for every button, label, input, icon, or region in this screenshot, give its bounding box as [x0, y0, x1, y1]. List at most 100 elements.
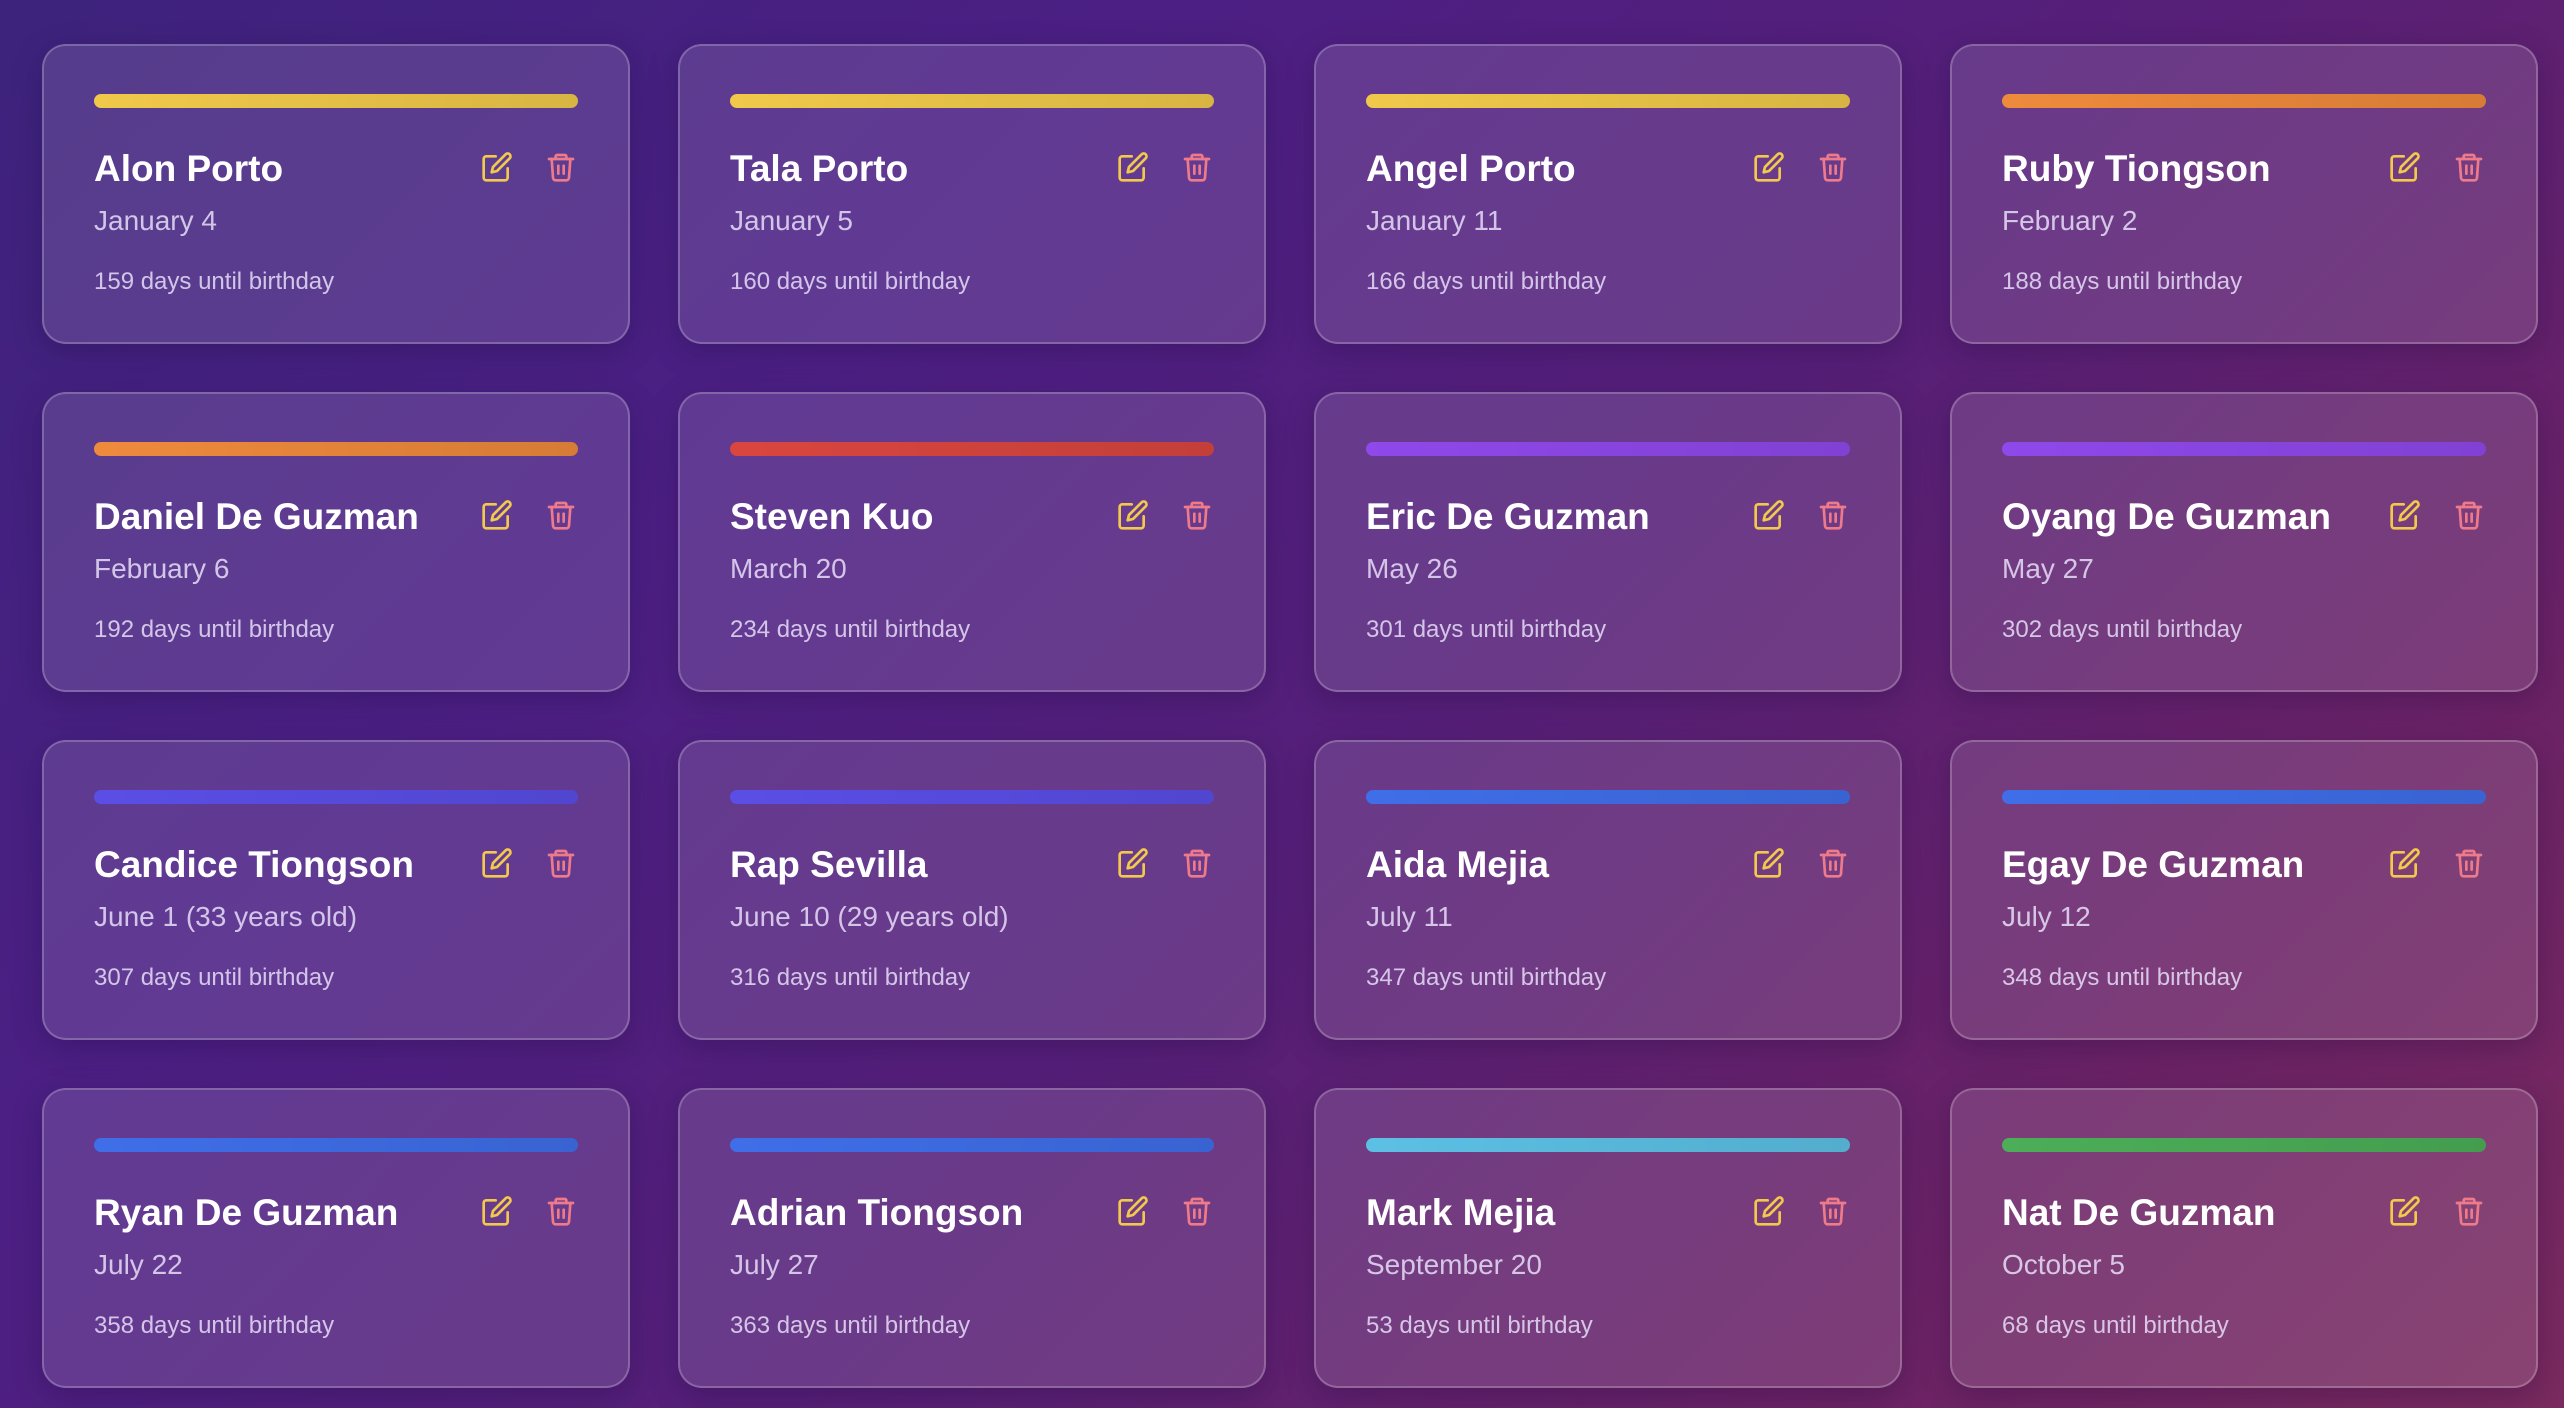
card-accent-bar — [2002, 790, 2486, 804]
trash-icon — [2455, 849, 2483, 878]
birthday-card: Rap Sevilla June 10 (29 years old) 316 d… — [678, 740, 1266, 1040]
delete-button[interactable] — [1816, 150, 1850, 184]
card-accent-bar — [1366, 790, 1850, 804]
card-accent-bar — [1366, 442, 1850, 456]
card-actions — [1116, 1194, 1214, 1228]
birthday-card: Tala Porto January 5 160 days until birt… — [678, 44, 1266, 344]
delete-button[interactable] — [544, 498, 578, 532]
card-actions — [2388, 498, 2486, 532]
card-actions — [2388, 846, 2486, 880]
delete-button[interactable] — [2452, 498, 2486, 532]
birthday-card: Mark Mejia September 20 53 days until bi… — [1314, 1088, 1902, 1388]
edit-button[interactable] — [2388, 1194, 2422, 1228]
trash-icon — [1819, 501, 1847, 530]
delete-button[interactable] — [1180, 498, 1214, 532]
trash-icon — [1183, 849, 1211, 878]
pencil-square-icon — [2390, 848, 2420, 878]
trash-icon — [547, 1197, 575, 1226]
delete-button[interactable] — [544, 846, 578, 880]
birthday-date: January 4 — [94, 205, 217, 236]
edit-button[interactable] — [1116, 846, 1150, 880]
delete-button[interactable] — [1180, 846, 1214, 880]
person-name: Aida Mejia — [1366, 844, 1549, 885]
edit-button[interactable] — [2388, 150, 2422, 184]
birthday-date: July 12 — [2002, 901, 2091, 932]
pencil-square-icon — [1754, 848, 1784, 878]
pencil-square-icon — [482, 1196, 512, 1226]
edit-button[interactable] — [480, 498, 514, 532]
edit-button[interactable] — [1116, 150, 1150, 184]
edit-button[interactable] — [1116, 1194, 1150, 1228]
person-name: Steven Kuo — [730, 496, 934, 537]
card-actions — [480, 846, 578, 880]
card-accent-bar — [94, 442, 578, 456]
trash-icon — [1183, 1197, 1211, 1226]
delete-button[interactable] — [1180, 1194, 1214, 1228]
delete-button[interactable] — [544, 1194, 578, 1228]
card-accent-bar — [94, 94, 578, 108]
trash-icon — [1183, 153, 1211, 182]
birthday-date: July 27 — [730, 1249, 819, 1280]
pencil-square-icon — [1118, 1196, 1148, 1226]
days-until-birthday: 234 days until birthday — [730, 616, 971, 643]
edit-button[interactable] — [1752, 1194, 1786, 1228]
edit-button[interactable] — [2388, 498, 2422, 532]
trash-icon — [547, 849, 575, 878]
birthday-date: July 22 — [94, 1249, 183, 1280]
pencil-square-icon — [1754, 500, 1784, 530]
birthday-date: January 5 — [730, 205, 853, 236]
edit-button[interactable] — [1116, 498, 1150, 532]
days-until-birthday: 192 days until birthday — [94, 616, 335, 643]
delete-button[interactable] — [1816, 1194, 1850, 1228]
card-accent-bar — [1366, 1138, 1850, 1152]
delete-button[interactable] — [544, 150, 578, 184]
delete-button[interactable] — [2452, 1194, 2486, 1228]
birthday-card: Eric De Guzman May 26 301 days until bir… — [1314, 392, 1902, 692]
delete-button[interactable] — [1816, 498, 1850, 532]
days-until-birthday: 363 days until birthday — [730, 1312, 971, 1339]
edit-button[interactable] — [1752, 150, 1786, 184]
days-until-birthday: 307 days until birthday — [94, 964, 335, 991]
pencil-square-icon — [482, 152, 512, 182]
edit-button[interactable] — [480, 1194, 514, 1228]
delete-button[interactable] — [1816, 846, 1850, 880]
card-accent-bar — [2002, 442, 2486, 456]
card-actions — [480, 1194, 578, 1228]
birthday-card: Oyang De Guzman May 27 302 days until bi… — [1950, 392, 2538, 692]
card-actions — [1116, 150, 1214, 184]
card-actions — [1116, 846, 1214, 880]
birthday-card: Alon Porto January 4 159 days until birt… — [42, 44, 630, 344]
card-actions — [1752, 150, 1850, 184]
card-accent-bar — [2002, 1138, 2486, 1152]
card-accent-bar — [730, 1138, 1214, 1152]
days-until-birthday: 68 days until birthday — [2002, 1312, 2229, 1339]
days-until-birthday: 160 days until birthday — [730, 268, 971, 295]
birthday-card: Aida Mejia July 11 347 days until birthd… — [1314, 740, 1902, 1040]
person-name: Rap Sevilla — [730, 844, 928, 885]
person-name: Oyang De Guzman — [2002, 496, 2331, 537]
birthday-date: May 27 — [2002, 553, 2094, 584]
birthday-card: Egay De Guzman July 12 348 days until bi… — [1950, 740, 2538, 1040]
pencil-square-icon — [1118, 848, 1148, 878]
delete-button[interactable] — [2452, 150, 2486, 184]
delete-button[interactable] — [2452, 846, 2486, 880]
edit-button[interactable] — [1752, 846, 1786, 880]
edit-button[interactable] — [480, 846, 514, 880]
card-actions — [480, 498, 578, 532]
birthday-card: Candice Tiongson June 1 (33 years old) 3… — [42, 740, 630, 1040]
card-actions — [480, 150, 578, 184]
person-name: Ruby Tiongson — [2002, 148, 2271, 189]
trash-icon — [1819, 153, 1847, 182]
edit-button[interactable] — [2388, 846, 2422, 880]
days-until-birthday: 316 days until birthday — [730, 964, 971, 991]
edit-button[interactable] — [480, 150, 514, 184]
birthday-date: September 20 — [1366, 1249, 1542, 1280]
days-until-birthday: 348 days until birthday — [2002, 964, 2243, 991]
days-until-birthday: 53 days until birthday — [1366, 1312, 1593, 1339]
birthday-date: January 11 — [1366, 205, 1503, 236]
birthday-card-grid: Alon Porto January 4 159 days until birt… — [42, 44, 2538, 1388]
person-name: Daniel De Guzman — [94, 496, 419, 537]
delete-button[interactable] — [1180, 150, 1214, 184]
birthday-date: February 6 — [94, 553, 230, 584]
edit-button[interactable] — [1752, 498, 1786, 532]
